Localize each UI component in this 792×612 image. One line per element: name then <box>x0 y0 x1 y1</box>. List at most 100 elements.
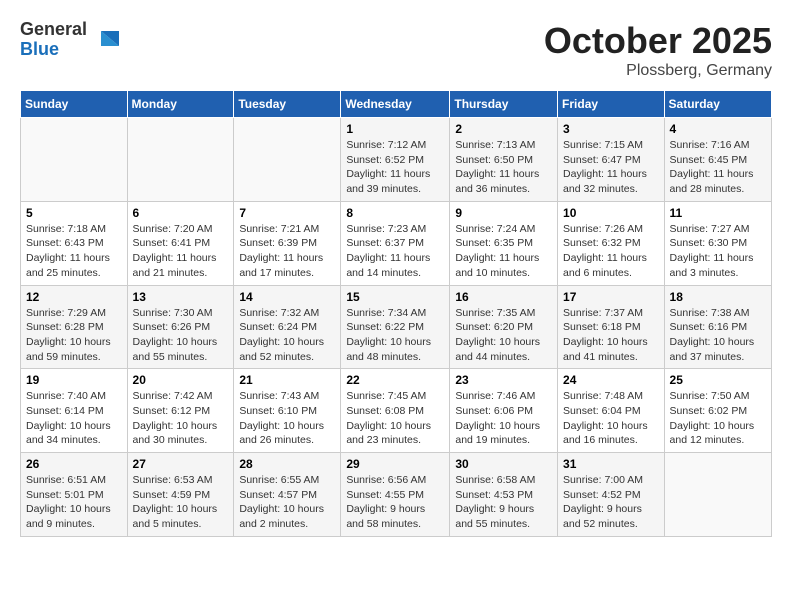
day-info: Sunrise: 7:45 AM Sunset: 6:08 PM Dayligh… <box>346 389 444 448</box>
day-info: Sunrise: 7:40 AM Sunset: 6:14 PM Dayligh… <box>26 389 122 448</box>
calendar-cell: 6 Sunrise: 7:20 AM Sunset: 6:41 PM Daylig… <box>127 201 234 285</box>
day-number: 1 <box>346 122 444 136</box>
day-number: 13 <box>133 290 229 304</box>
day-info: Sunrise: 7:38 AM Sunset: 6:16 PM Dayligh… <box>670 306 766 365</box>
day-info: Sunrise: 7:35 AM Sunset: 6:20 PM Dayligh… <box>455 306 552 365</box>
calendar-cell: 13 Sunrise: 7:30 AM Sunset: 6:26 PM Dayli… <box>127 285 234 369</box>
day-info: Sunrise: 7:24 AM Sunset: 6:35 PM Dayligh… <box>455 222 552 281</box>
calendar-cell: 7Sunrise: 7:21 AM Sunset: 6:39 PM Daylig… <box>234 201 341 285</box>
day-info: Sunrise: 6:58 AM Sunset: 4:53 PM Dayligh… <box>455 473 552 532</box>
weekday-header: Tuesday <box>234 91 341 118</box>
calendar-cell: 9 Sunrise: 7:24 AM Sunset: 6:35 PM Daylig… <box>450 201 558 285</box>
logo-blue: Blue <box>20 40 87 60</box>
calendar-cell: 26 Sunrise: 6:51 AM Sunset: 5:01 PM Dayli… <box>21 453 128 537</box>
day-number: 22 <box>346 373 444 387</box>
day-info: Sunrise: 7:00 AM Sunset: 4:52 PM Dayligh… <box>563 473 659 532</box>
day-number: 25 <box>670 373 766 387</box>
day-number: 28 <box>239 457 335 471</box>
day-number: 19 <box>26 373 122 387</box>
day-info: Sunrise: 7:50 AM Sunset: 6:02 PM Dayligh… <box>670 389 766 448</box>
day-number: 16 <box>455 290 552 304</box>
calendar-cell: 4Sunrise: 7:16 AM Sunset: 6:45 PM Daylig… <box>664 118 771 202</box>
day-info: Sunrise: 6:55 AM Sunset: 4:57 PM Dayligh… <box>239 473 335 532</box>
day-number: 21 <box>239 373 335 387</box>
calendar-cell: 29Sunrise: 6:56 AM Sunset: 4:55 PM Dayli… <box>341 453 450 537</box>
calendar-cell <box>234 118 341 202</box>
calendar-cell: 27Sunrise: 6:53 AM Sunset: 4:59 PM Dayli… <box>127 453 234 537</box>
weekday-header: Thursday <box>450 91 558 118</box>
day-info: Sunrise: 7:26 AM Sunset: 6:32 PM Dayligh… <box>563 222 659 281</box>
calendar-cell: 2Sunrise: 7:13 AM Sunset: 6:50 PM Daylig… <box>450 118 558 202</box>
title-block: October 2025 Plossberg, Germany <box>544 20 772 80</box>
calendar-cell: 12Sunrise: 7:29 AM Sunset: 6:28 PM Dayli… <box>21 285 128 369</box>
day-number: 8 <box>346 206 444 220</box>
calendar-cell: 14 Sunrise: 7:32 AM Sunset: 6:24 PM Dayli… <box>234 285 341 369</box>
calendar-cell: 23 Sunrise: 7:46 AM Sunset: 6:06 PM Dayli… <box>450 369 558 453</box>
weekday-header: Saturday <box>664 91 771 118</box>
day-number: 17 <box>563 290 659 304</box>
calendar-cell: 19 Sunrise: 7:40 AM Sunset: 6:14 PM Dayli… <box>21 369 128 453</box>
calendar-cell: 18 Sunrise: 7:38 AM Sunset: 6:16 PM Dayli… <box>664 285 771 369</box>
day-info: Sunrise: 7:27 AM Sunset: 6:30 PM Dayligh… <box>670 222 766 281</box>
calendar-cell: 21 Sunrise: 7:43 AM Sunset: 6:10 PM Dayli… <box>234 369 341 453</box>
day-info: Sunrise: 7:37 AM Sunset: 6:18 PM Dayligh… <box>563 306 659 365</box>
calendar-table: SundayMondayTuesdayWednesdayThursdayFrid… <box>20 90 772 537</box>
weekday-header: Monday <box>127 91 234 118</box>
day-number: 14 <box>239 290 335 304</box>
day-info: Sunrise: 6:51 AM Sunset: 5:01 PM Dayligh… <box>26 473 122 532</box>
logo-icon <box>91 26 119 54</box>
day-number: 11 <box>670 206 766 220</box>
day-info: Sunrise: 7:43 AM Sunset: 6:10 PM Dayligh… <box>239 389 335 448</box>
calendar-cell: 22 Sunrise: 7:45 AM Sunset: 6:08 PM Dayli… <box>341 369 450 453</box>
day-number: 6 <box>133 206 229 220</box>
calendar-cell: 17 Sunrise: 7:37 AM Sunset: 6:18 PM Dayli… <box>558 285 665 369</box>
day-number: 18 <box>670 290 766 304</box>
day-info: Sunrise: 7:30 AM Sunset: 6:26 PM Dayligh… <box>133 306 229 365</box>
calendar-cell: 24 Sunrise: 7:48 AM Sunset: 6:04 PM Dayli… <box>558 369 665 453</box>
logo: General Blue <box>20 20 119 60</box>
day-number: 10 <box>563 206 659 220</box>
day-info: Sunrise: 7:46 AM Sunset: 6:06 PM Dayligh… <box>455 389 552 448</box>
calendar-cell: 1 Sunrise: 7:12 AM Sunset: 6:52 PM Daylig… <box>341 118 450 202</box>
day-info: Sunrise: 6:56 AM Sunset: 4:55 PM Dayligh… <box>346 473 444 532</box>
day-number: 7 <box>239 206 335 220</box>
day-number: 9 <box>455 206 552 220</box>
calendar-cell: 16 Sunrise: 7:35 AM Sunset: 6:20 PM Dayli… <box>450 285 558 369</box>
calendar-cell: 25 Sunrise: 7:50 AM Sunset: 6:02 PM Dayli… <box>664 369 771 453</box>
day-info: Sunrise: 7:20 AM Sunset: 6:41 PM Dayligh… <box>133 222 229 281</box>
day-info: Sunrise: 7:12 AM Sunset: 6:52 PM Dayligh… <box>346 138 444 197</box>
calendar-cell: 31 Sunrise: 7:00 AM Sunset: 4:52 PM Dayli… <box>558 453 665 537</box>
page-header: General Blue October 2025 Plossberg, Ger… <box>20 20 772 80</box>
day-number: 5 <box>26 206 122 220</box>
day-info: Sunrise: 7:23 AM Sunset: 6:37 PM Dayligh… <box>346 222 444 281</box>
day-number: 23 <box>455 373 552 387</box>
day-info: Sunrise: 6:53 AM Sunset: 4:59 PM Dayligh… <box>133 473 229 532</box>
calendar-cell: 5 Sunrise: 7:18 AM Sunset: 6:43 PM Daylig… <box>21 201 128 285</box>
calendar-cell: 28 Sunrise: 6:55 AM Sunset: 4:57 PM Dayli… <box>234 453 341 537</box>
calendar-cell: 30Sunrise: 6:58 AM Sunset: 4:53 PM Dayli… <box>450 453 558 537</box>
calendar-cell: 10 Sunrise: 7:26 AM Sunset: 6:32 PM Dayli… <box>558 201 665 285</box>
month-title: October 2025 <box>544 20 772 62</box>
day-number: 31 <box>563 457 659 471</box>
calendar-cell: 3 Sunrise: 7:15 AM Sunset: 6:47 PM Daylig… <box>558 118 665 202</box>
day-info: Sunrise: 7:15 AM Sunset: 6:47 PM Dayligh… <box>563 138 659 197</box>
day-info: Sunrise: 7:42 AM Sunset: 6:12 PM Dayligh… <box>133 389 229 448</box>
day-number: 12 <box>26 290 122 304</box>
calendar-cell <box>21 118 128 202</box>
logo-general: General <box>20 20 87 40</box>
day-number: 4 <box>670 122 766 136</box>
day-number: 24 <box>563 373 659 387</box>
day-number: 3 <box>563 122 659 136</box>
weekday-header: Wednesday <box>341 91 450 118</box>
calendar-cell: 8 Sunrise: 7:23 AM Sunset: 6:37 PM Daylig… <box>341 201 450 285</box>
calendar-cell: 11 Sunrise: 7:27 AM Sunset: 6:30 PM Dayli… <box>664 201 771 285</box>
day-info: Sunrise: 7:32 AM Sunset: 6:24 PM Dayligh… <box>239 306 335 365</box>
weekday-header: Friday <box>558 91 665 118</box>
day-number: 26 <box>26 457 122 471</box>
day-info: Sunrise: 7:48 AM Sunset: 6:04 PM Dayligh… <box>563 389 659 448</box>
day-info: Sunrise: 7:18 AM Sunset: 6:43 PM Dayligh… <box>26 222 122 281</box>
weekday-header: Sunday <box>21 91 128 118</box>
day-number: 20 <box>133 373 229 387</box>
calendar-cell: 15Sunrise: 7:34 AM Sunset: 6:22 PM Dayli… <box>341 285 450 369</box>
day-number: 15 <box>346 290 444 304</box>
